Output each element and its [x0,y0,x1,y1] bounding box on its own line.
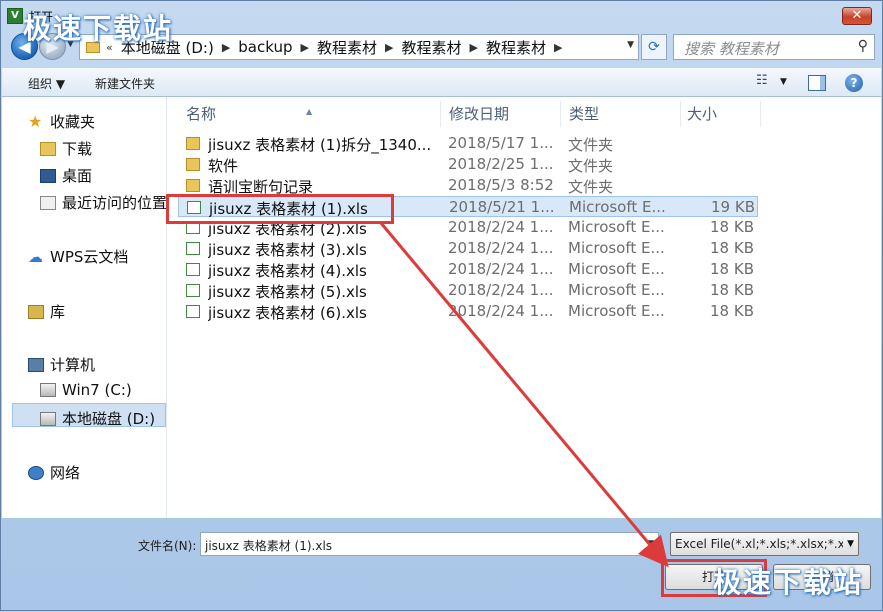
open-file-dialog: V 打开 ✕ ◀ ▶ ▼ « 本地磁盘 (D:) ▶ backup ▶ 教程素材… [0,0,883,611]
watermark-logo: 极速下载站 [23,12,174,45]
annotation-arrow [379,222,669,568]
watermark-logo: 极速下载站 [713,566,864,599]
